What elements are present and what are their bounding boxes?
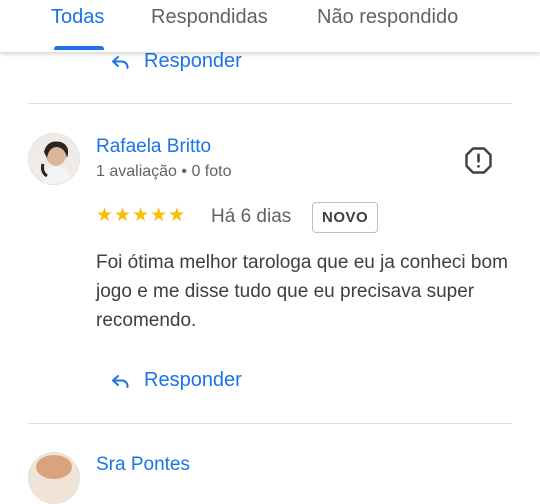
reply-label: Responder (144, 49, 242, 72)
active-tab-indicator (54, 46, 104, 50)
review-text: Foi ótima melhor tarologa que eu ja conh… (96, 252, 508, 331)
next-reviewer-avatar[interactable] (28, 452, 80, 504)
report-flag-icon[interactable] (465, 147, 492, 174)
review-divider (28, 423, 512, 424)
tab-todas[interactable]: Todas (51, 6, 104, 29)
reply-button[interactable]: Responder (108, 368, 242, 392)
tab-nao-respondido[interactable]: Não respondido (317, 6, 458, 29)
star-icon: ★ (96, 205, 114, 226)
next-reviewer-name[interactable]: Sra Pontes (96, 454, 190, 476)
reply-button-previous[interactable]: Responder (108, 49, 242, 73)
reviewer-meta: 1 avaliação • 0 foto (96, 163, 232, 180)
reply-label: Responder (144, 368, 242, 391)
new-badge: NOVO (312, 202, 379, 233)
review-date: Há 6 dias (211, 206, 292, 227)
star-icon: ★ (114, 205, 132, 226)
star-rating: ★ ★ ★ ★ ★ (96, 206, 185, 226)
star-icon: ★ (150, 205, 168, 226)
star-icon: ★ (132, 205, 150, 226)
profile-photo (29, 134, 79, 184)
reviewer-name[interactable]: Rafaela Britto (96, 136, 211, 158)
profile-photo (29, 453, 79, 503)
star-icon: ★ (168, 205, 186, 226)
reviewer-avatar[interactable] (28, 133, 80, 185)
tab-respondidas[interactable]: Respondidas (151, 6, 268, 29)
review-filter-tabs: Todas Respondidas Não respondido (0, 0, 540, 52)
reply-arrow-icon (112, 56, 129, 69)
review-divider (28, 103, 512, 104)
reply-arrow-icon (112, 375, 129, 388)
